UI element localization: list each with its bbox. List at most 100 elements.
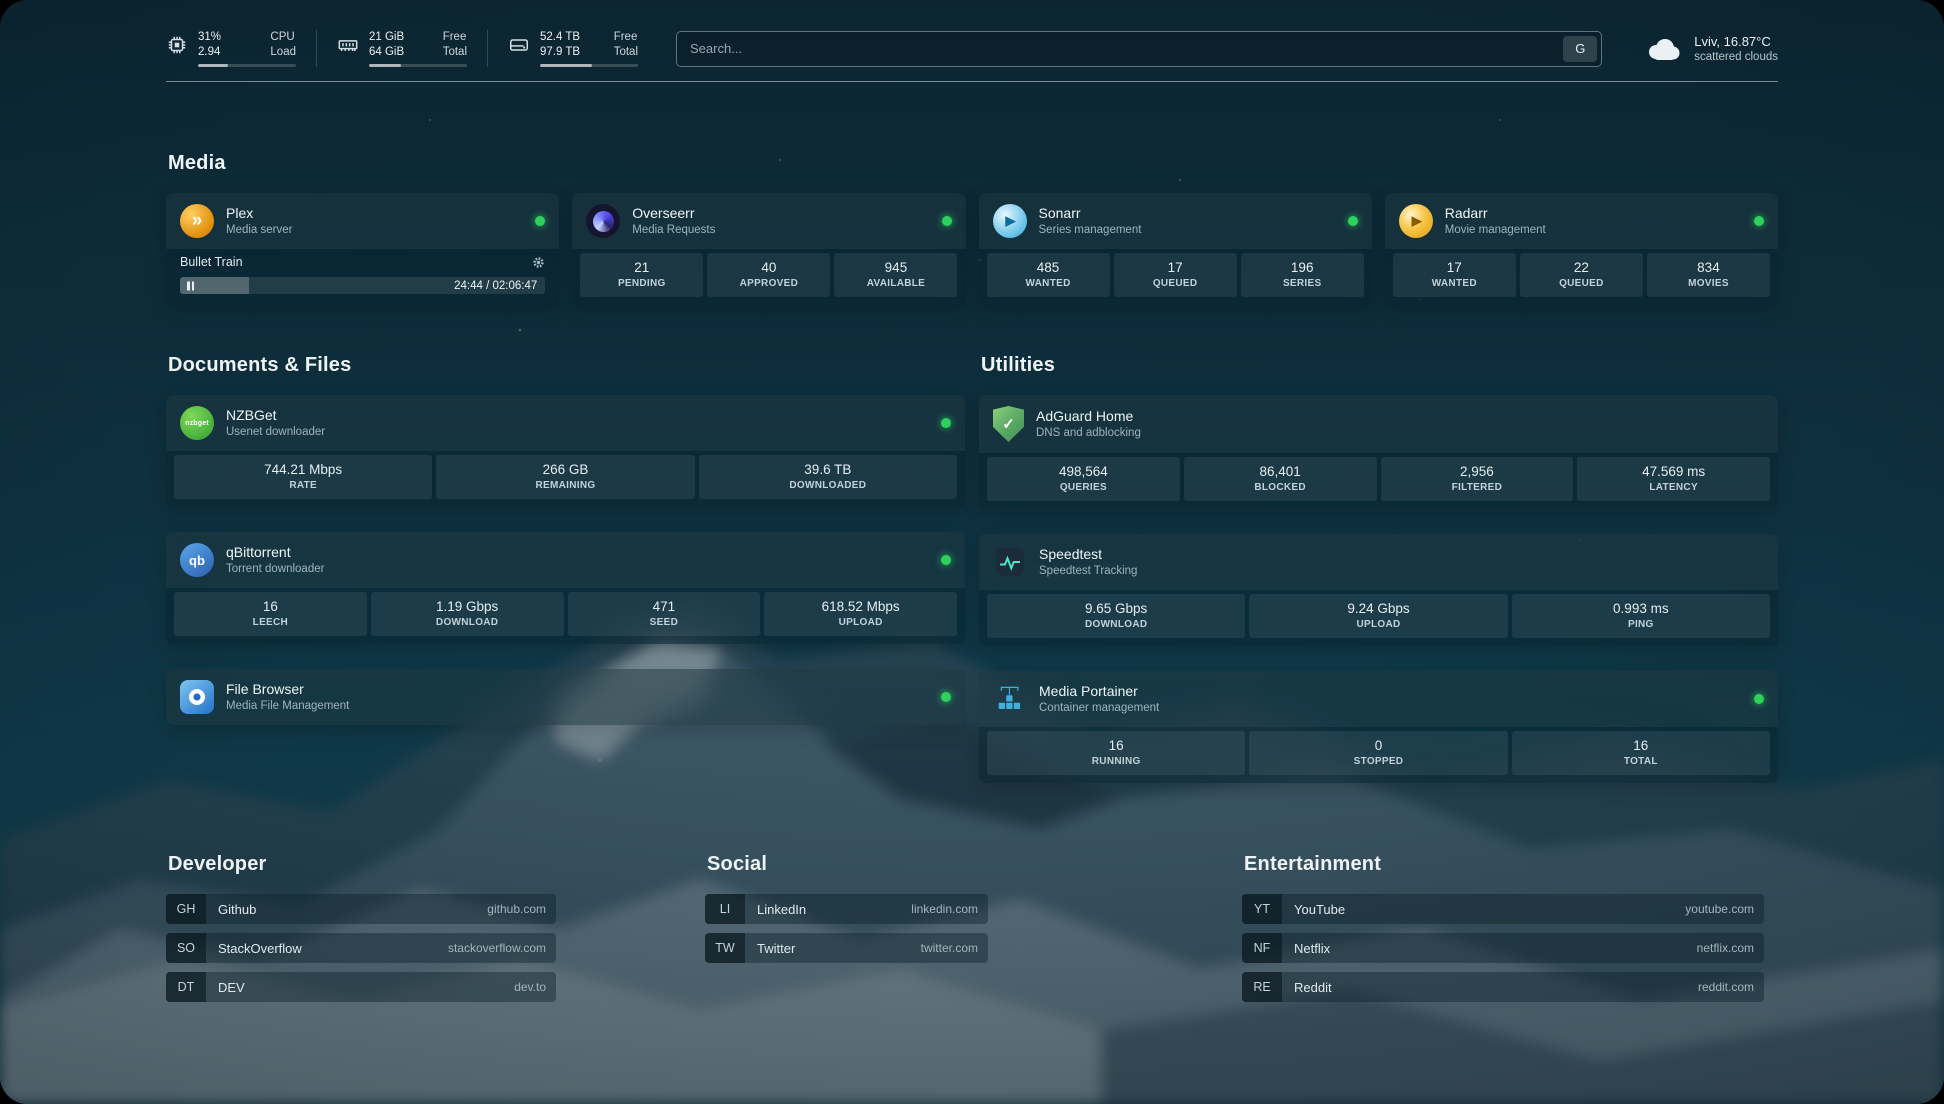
stat-stopped: 0 STOPPED (1249, 731, 1507, 775)
search-bar: G (676, 31, 1602, 67)
speedtest-icon (993, 545, 1027, 579)
stat-upload: 618.52 Mbps UPLOAD (764, 592, 957, 636)
status-dot (941, 418, 951, 428)
search-input[interactable] (677, 41, 1563, 56)
stat-movies: 834 MOVIES (1647, 253, 1770, 297)
service-description: Media server (226, 223, 523, 238)
section-title-media: Media (168, 152, 1778, 175)
service-name: Sonarr (1039, 204, 1336, 222)
service-name: Media Portainer (1039, 682, 1742, 700)
service-card-nzbget[interactable]: NZBGet Usenet downloader 744.21 Mbps RAT… (166, 395, 965, 507)
service-card-radarr[interactable]: Radarr Movie management 17 WANTED 22 QUE… (1385, 193, 1778, 306)
bookmark-url: github.com (487, 902, 556, 916)
memory-label-1: Free (443, 30, 467, 45)
bookmark-name: StackOverflow (206, 941, 448, 956)
bookmark-abbr: GH (166, 894, 206, 924)
bookmark-youtube[interactable]: YT YouTube youtube.com (1242, 894, 1764, 924)
service-name: File Browser (226, 680, 929, 698)
topbar-divider (166, 81, 1778, 82)
bookmark-abbr: DT (166, 972, 206, 1002)
stat-upload: 9.24 Gbps UPLOAD (1249, 594, 1507, 638)
bookmark-url: dev.to (514, 980, 556, 994)
bookmark-dev[interactable]: DT DEV dev.to (166, 972, 556, 1002)
service-card-portainer[interactable]: Media Portainer Container management 16 … (979, 671, 1778, 783)
status-dot (535, 216, 545, 226)
radarr-icon (1399, 204, 1433, 238)
service-name: Plex (226, 204, 523, 222)
status-dot (942, 216, 952, 226)
bookmark-url: stackoverflow.com (448, 941, 556, 955)
disk-label-2: Total (614, 45, 638, 60)
service-card-filebrowser[interactable]: File Browser Media File Management (166, 669, 965, 725)
bookmark-url: youtube.com (1685, 902, 1764, 916)
topbar: 31% 2.94 CPU Load (166, 0, 1778, 67)
stat-downloaded: 39.6 TB DOWNLOADED (699, 455, 957, 499)
stat-queued: 17 QUEUED (1114, 253, 1237, 297)
stat-filtered: 2,956 FILTERED (1381, 457, 1574, 501)
cpu-widget: 31% 2.94 CPU Load (166, 30, 296, 67)
section-title-files: Documents & Files (168, 354, 965, 377)
playback-time: 24:44 / 02:06:47 (454, 280, 537, 292)
service-card-speedtest[interactable]: Speedtest Speedtest Tracking 9.65 Gbps D… (979, 534, 1778, 646)
cpu-label-1: CPU (270, 30, 296, 45)
bookmark-github[interactable]: GH Github github.com (166, 894, 556, 924)
bookmark-group-entertainment: Entertainment YT YouTube youtube.com NF … (1242, 853, 1764, 1011)
stat-approved: 40 APPROVED (707, 253, 830, 297)
stat-total: 16 TOTAL (1512, 731, 1770, 775)
pause-icon (187, 281, 194, 290)
service-description: DNS and adblocking (1036, 426, 1764, 441)
overseerr-icon (586, 204, 620, 238)
memory-icon (337, 34, 359, 56)
weather-location-temp: Lviv, 16.87°C (1694, 33, 1778, 50)
now-playing-title: Bullet Train (180, 255, 243, 269)
cpu-percent: 31% (198, 30, 221, 45)
gear-icon[interactable] (532, 256, 545, 269)
stat-leech: 16 LEECH (174, 592, 367, 636)
bookmark-url: twitter.com (921, 941, 988, 955)
filebrowser-icon (180, 680, 214, 714)
service-name: AdGuard Home (1036, 407, 1764, 425)
bookmark-abbr: TW (705, 933, 745, 963)
plex-icon (180, 204, 214, 238)
section-documents-files: Documents & Files NZBGet Usenet download… (166, 354, 965, 783)
service-description: Media Requests (632, 223, 929, 238)
bookmark-netflix[interactable]: NF Netflix netflix.com (1242, 933, 1764, 963)
bookmark-abbr: RE (1242, 972, 1282, 1002)
bookmark-twitter[interactable]: TW Twitter twitter.com (705, 933, 988, 963)
service-card-qbittorrent[interactable]: qBittorrent Torrent downloader 16 LEECH … (166, 532, 965, 644)
stat-queries: 498,564 QUERIES (987, 457, 1180, 501)
bookmark-url: reddit.com (1698, 980, 1764, 994)
disk-icon (508, 34, 530, 56)
memory-total: 64 GiB (369, 45, 404, 60)
bookmark-stackoverflow[interactable]: SO StackOverflow stackoverflow.com (166, 933, 556, 963)
plex-now-playing: Bullet Train 24:44 / 02:06:4 (166, 249, 559, 306)
disk-label-1: Free (614, 30, 638, 45)
stat-queued: 22 QUEUED (1520, 253, 1643, 297)
stat-download: 9.65 Gbps DOWNLOAD (987, 594, 1245, 638)
bookmarks: Developer GH Github github.com SO StackO… (166, 853, 1778, 1065)
memory-progress-bar (369, 64, 467, 67)
service-description: Speedtest Tracking (1039, 564, 1764, 579)
service-name: NZBGet (226, 406, 929, 424)
qbittorrent-icon (180, 543, 214, 577)
service-card-overseerr[interactable]: Overseerr Media Requests 21 PENDING 40 A… (572, 193, 965, 306)
search-provider-button[interactable]: G (1563, 36, 1597, 62)
stat-running: 16 RUNNING (987, 731, 1245, 775)
bookmark-linkedin[interactable]: LI LinkedIn linkedin.com (705, 894, 988, 924)
disk-free: 52.4 TB (540, 30, 580, 45)
service-card-plex[interactable]: Plex Media server Bullet Train (166, 193, 559, 306)
stat-wanted: 17 WANTED (1393, 253, 1516, 297)
status-dot (1754, 216, 1764, 226)
bookmark-abbr: LI (705, 894, 745, 924)
bookmark-name: LinkedIn (745, 902, 911, 917)
disk-progress-bar (540, 64, 638, 67)
memory-widget: 21 GiB 64 GiB Free Total (316, 30, 467, 67)
bookmark-reddit[interactable]: RE Reddit reddit.com (1242, 972, 1764, 1002)
service-description: Series management (1039, 223, 1336, 238)
service-card-sonarr[interactable]: Sonarr Series management 485 WANTED 17 Q… (979, 193, 1372, 306)
bookmark-name: Reddit (1282, 980, 1698, 995)
cpu-progress-bar (198, 64, 296, 67)
bookmark-group-social: Social LI LinkedIn linkedin.com TW Twitt… (705, 853, 988, 1011)
service-card-adguard[interactable]: AdGuard Home DNS and adblocking 498,564 … (979, 395, 1778, 509)
stat-ping: 0.993 ms PING (1512, 594, 1770, 638)
